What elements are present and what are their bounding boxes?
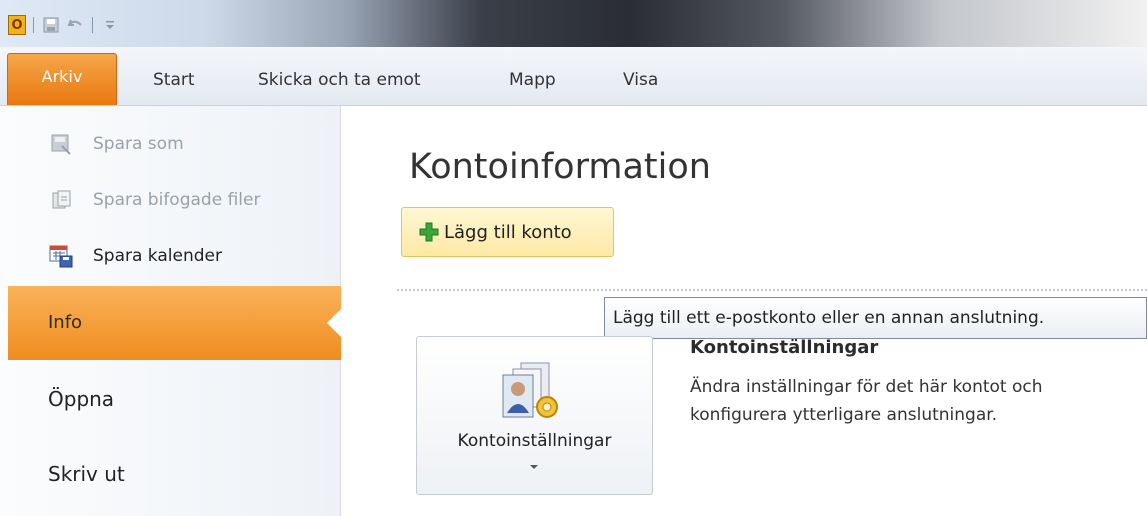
- save-attachments-button[interactable]: Spara bifogade filer: [48, 187, 260, 213]
- account-settings-button-label: Kontoinställningar: [457, 431, 612, 451]
- qat-separator: [33, 17, 34, 33]
- nav-open[interactable]: Öppna: [48, 387, 114, 411]
- chevron-down-icon: [530, 465, 538, 469]
- save-as-button[interactable]: Spara som: [48, 131, 184, 157]
- nav-print[interactable]: Skriv ut: [48, 462, 125, 486]
- ribbon-tabs: Arkiv Start Skicka och ta emot Mapp Visa: [0, 47, 1147, 106]
- add-account-button[interactable]: Lägg till konto: [401, 207, 614, 257]
- account-settings-heading: Kontoinställningar: [690, 337, 879, 358]
- tab-start[interactable]: Start: [153, 58, 195, 102]
- save-attachments-label: Spara bifogade filer: [93, 190, 261, 210]
- qat-separator: [92, 17, 93, 33]
- section-divider: [397, 289, 1147, 291]
- quick-access-toolbar: O: [8, 14, 120, 36]
- tooltip: Lägg till ett e-postkonto eller en annan…: [604, 297, 1147, 339]
- save-as-icon: [48, 131, 74, 157]
- save-calendar-label: Spara kalender: [93, 246, 222, 266]
- account-settings-icon: [497, 357, 567, 427]
- save-attachments-icon: [48, 187, 74, 213]
- backstage-nav: Spara som Spara bifogade filer Spara kal…: [0, 106, 342, 516]
- add-account-label: Lägg till konto: [444, 221, 572, 243]
- account-settings-button[interactable]: Kontoinställningar: [416, 336, 653, 495]
- title-bar: O: [0, 0, 1147, 47]
- save-calendar-icon: [48, 243, 74, 269]
- outlook-app-icon[interactable]: O: [8, 15, 26, 35]
- save-icon[interactable]: [41, 15, 61, 35]
- plus-icon: [418, 221, 440, 243]
- save-as-label: Spara som: [93, 134, 184, 154]
- save-calendar-button[interactable]: Spara kalender: [48, 243, 222, 269]
- nav-info[interactable]: Info: [8, 286, 342, 360]
- tab-arkiv[interactable]: Arkiv: [7, 53, 117, 105]
- page-title: Kontoinformation: [409, 147, 711, 187]
- nav-info-label: Info: [48, 312, 83, 333]
- account-settings-description: Ändra inställningar för det här kontot o…: [690, 377, 1043, 425]
- customize-qat-icon[interactable]: [100, 15, 120, 35]
- tab-skicka-och-ta-emot[interactable]: Skicka och ta emot: [258, 58, 421, 102]
- tab-mapp[interactable]: Mapp: [509, 58, 556, 102]
- selection-notch: [327, 308, 342, 338]
- undo-icon[interactable]: [65, 15, 85, 35]
- tab-visa[interactable]: Visa: [623, 58, 658, 102]
